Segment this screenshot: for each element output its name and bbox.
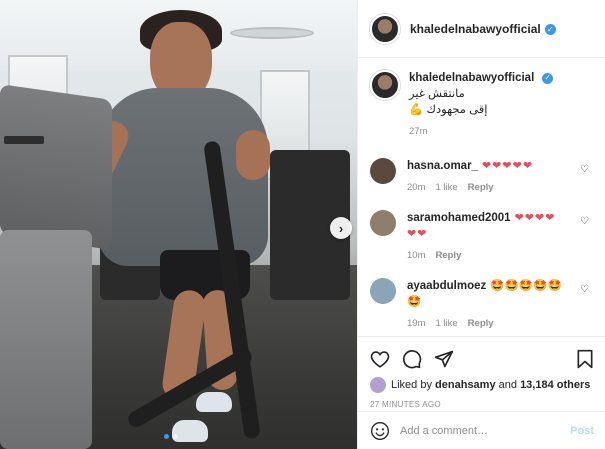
author-username-text[interactable]: khaledelnabawyofficial	[410, 22, 541, 36]
chevron-right-icon: ›	[338, 220, 344, 236]
comment-like-heart-icon[interactable]: ♡	[580, 164, 589, 175]
carousel-dots	[164, 434, 178, 439]
heart-outline-icon[interactable]	[370, 350, 390, 368]
likes-count[interactable]: 13,184 others	[520, 379, 590, 391]
likes-connector: and	[498, 379, 517, 391]
person-arm	[236, 130, 270, 180]
comment-avatar[interactable]	[370, 210, 396, 236]
comment-username[interactable]: ayaabdulmoez	[407, 280, 486, 292]
comment-body: saramohamed2001 ❤❤❤❤ ❤❤ 10m Reply	[407, 210, 577, 264]
add-comment-bar: Post	[358, 411, 605, 449]
treadmill-brand-plate	[4, 136, 44, 144]
comment-item: hasna.omar_ ❤❤❤❤❤ 20m 1 like Reply ♡	[370, 158, 593, 196]
comment-username[interactable]: hasna.omar_	[407, 160, 478, 172]
caption-text: مانتقش غير	[409, 88, 465, 100]
comment-like-heart-icon[interactable]: ♡	[580, 216, 589, 227]
caption-avatar[interactable]	[370, 70, 400, 100]
comment-body: hasna.omar_ ❤❤❤❤❤ 20m 1 like Reply	[407, 158, 577, 196]
comment-reply-button[interactable]: Reply	[468, 180, 494, 196]
person-shoe	[196, 392, 232, 412]
author-username[interactable]: khaledelnabawyofficial ✓	[410, 22, 556, 36]
comment-body: ayaabdulmoez 🤩🤩🤩🤩🤩 🤩 19m 1 like Reply	[407, 278, 577, 332]
comment-time: 20m	[407, 182, 426, 193]
caption-emoji: 💪	[409, 104, 424, 116]
post-header: khaledelnabawyofficial ✓	[358, 0, 605, 58]
caption-username[interactable]: khaledelnabawyofficial	[409, 72, 534, 84]
comment-text-line2: 🤩	[407, 296, 422, 308]
comment-text-line2: ❤❤	[407, 228, 428, 240]
comment-bubble-icon[interactable]	[402, 349, 422, 369]
post-photo[interactable]: ›	[0, 0, 357, 449]
treadmill-console	[0, 84, 112, 250]
comment-like-count[interactable]: 1 like	[435, 316, 457, 332]
comment-username[interactable]: saramohamed2001	[407, 212, 511, 224]
author-avatar[interactable]	[370, 13, 400, 44]
comment-text: 🤩🤩🤩🤩🤩	[490, 280, 562, 292]
next-photo-button[interactable]: ›	[330, 217, 352, 239]
comment-item: ayaabdulmoez 🤩🤩🤩🤩🤩 🤩 19m 1 like Reply ♡	[370, 278, 593, 332]
comment-text: ❤❤❤❤	[514, 212, 556, 224]
liker-avatar[interactable]	[370, 377, 386, 393]
caption-time: 27m	[409, 126, 428, 137]
verified-badge-icon: ✓	[542, 72, 554, 84]
comment-like-heart-icon[interactable]: ♡	[580, 284, 589, 295]
caption-text-line2: إقى مجهودك	[426, 104, 488, 116]
post-actions: Liked by denahsamy and 13,184 others 27 …	[358, 336, 605, 409]
likes-line: Liked by denahsamy and 13,184 others	[370, 377, 594, 393]
comment-time: 10m	[407, 250, 426, 261]
liker-username[interactable]: denahsamy	[435, 379, 496, 391]
comment-reply-button[interactable]: Reply	[468, 316, 494, 332]
verified-badge-icon: ✓	[544, 23, 556, 35]
comment-like-count[interactable]: 1 like	[435, 180, 457, 196]
post-timestamp[interactable]: 27 MINUTES AGO	[370, 400, 594, 409]
comment-text: ❤❤❤❤❤	[481, 160, 534, 172]
instagram-post: › khaledelnabawyofficial ✓ khaledelnabawy…	[0, 0, 605, 449]
paper-plane-icon[interactable]	[434, 349, 454, 369]
smiley-icon[interactable]	[370, 421, 390, 441]
post-comment-button[interactable]: Post	[570, 425, 594, 437]
comment-avatar[interactable]	[370, 278, 396, 304]
comment-item: saramohamed2001 ❤❤❤❤ ❤❤ 10m Reply ♡	[370, 210, 593, 264]
photo-vent	[230, 27, 314, 39]
caption-item: khaledelnabawyofficial ✓ مانتقش غير 💪 إقى…	[370, 70, 593, 140]
comments-list: khaledelnabawyofficial ✓ مانتقش غير 💪 إقى…	[358, 58, 605, 333]
carousel-dot	[164, 434, 169, 439]
caption-meta: 27m	[409, 124, 579, 140]
comment-reply-button[interactable]: Reply	[435, 248, 461, 264]
carousel-dot	[173, 434, 178, 439]
post-side-panel: khaledelnabawyofficial ✓ khaledelnabawyof…	[357, 0, 605, 449]
comment-meta: 10m Reply	[407, 248, 577, 264]
treadmill-body	[0, 230, 92, 449]
caption-body: khaledelnabawyofficial ✓ مانتقش غير 💪 إقى…	[409, 70, 579, 140]
comment-meta: 20m 1 like Reply	[407, 180, 577, 196]
comment-input[interactable]	[400, 424, 571, 437]
comment-meta: 19m 1 like Reply	[407, 316, 577, 332]
comment-time: 19m	[407, 318, 426, 329]
likes-prefix: Liked by	[391, 379, 432, 391]
action-icons-row	[370, 345, 594, 373]
comment-avatar[interactable]	[370, 158, 396, 184]
bookmark-icon[interactable]	[576, 349, 594, 369]
